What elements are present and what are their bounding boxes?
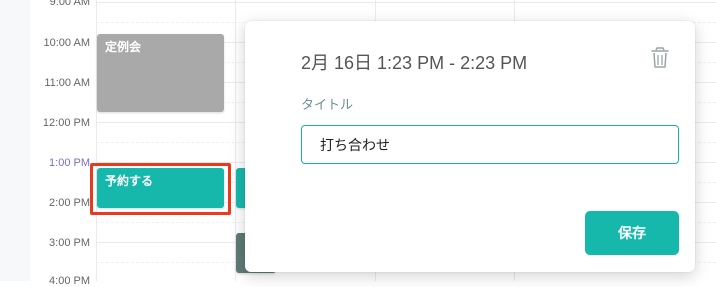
selection-highlight — [90, 163, 231, 215]
title-field-label: タイトル — [301, 98, 354, 113]
time-axis: 9:00 AM 10:00 AM 11:00 AM 12:00 PM 1:00 … — [30, 0, 96, 287]
time-label-10am: 10:00 AM — [43, 37, 90, 49]
title-input[interactable] — [301, 125, 679, 164]
event-editor-popover: 2月 16日 1:23 PM - 2:23 PM タイトル 保存 — [245, 21, 695, 272]
time-label-3pm: 3:00 PM — [49, 237, 90, 249]
left-gutter — [0, 0, 30, 281]
event-teireikai[interactable]: 定例会 — [97, 34, 224, 112]
time-label-1pm: 1:00 PM — [49, 157, 90, 169]
save-button[interactable]: 保存 — [585, 211, 679, 255]
trash-icon[interactable] — [650, 47, 670, 69]
time-label-11am: 11:00 AM — [44, 77, 90, 89]
event-title: 定例会 — [105, 40, 142, 54]
time-label-4pm: 4:00 PM — [49, 275, 90, 287]
event-date-range: 2月 16日 1:23 PM - 2:23 PM — [301, 53, 528, 73]
grid-line — [96, 2, 716, 3]
time-label-9am: 9:00 AM — [49, 0, 90, 8]
time-label-2pm: 2:00 PM — [49, 197, 90, 209]
time-label-12pm: 12:00 PM — [42, 117, 90, 129]
